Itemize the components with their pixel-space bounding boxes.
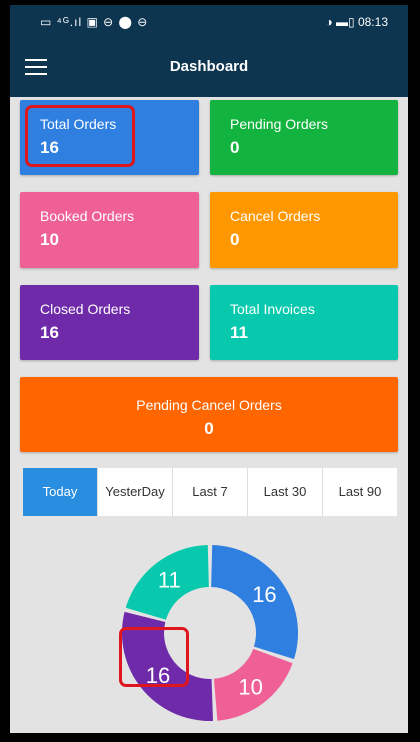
total-invoices-card[interactable]: Total Invoices 11 — [210, 285, 398, 360]
page-title: Dashboard — [169, 58, 249, 75]
tab-today[interactable]: Today — [23, 468, 97, 516]
card-label: Pending Orders — [230, 116, 329, 132]
card-value: 10 — [40, 230, 59, 249]
donut-slice-label-1: 10 — [238, 674, 262, 699]
card-label: Closed Orders — [40, 301, 131, 317]
card-label: Booked Orders — [40, 208, 135, 224]
donut-slice-label-3: 11 — [158, 568, 181, 593]
app-bar: Dashboard — [10, 41, 408, 97]
card-value: 11 — [230, 323, 248, 342]
closed-orders-card[interactable]: Closed Orders 16 — [20, 285, 199, 360]
tab-last-90[interactable]: Last 90 — [322, 468, 397, 516]
tab-yesterday[interactable]: YesterDay — [97, 468, 172, 516]
card-value: 0 — [204, 419, 214, 438]
phone-screen: ▭ ⁴ᴳ.ıl ▣ ⊖ ⬤ ⊖ ◑ ▬▯ 08:13 Dashboard Tot… — [10, 5, 408, 733]
donut-slice-label-0: 16 — [252, 582, 276, 607]
pending-orders-card[interactable]: Pending Orders 0 — [210, 100, 398, 175]
card-label: Cancel Orders — [230, 208, 321, 224]
card-label: Total Invoices — [230, 301, 315, 317]
status-bar: ▭ ⁴ᴳ.ıl ▣ ⊖ ⬤ ⊖ ◑ ▬▯ 08:13 — [10, 5, 408, 41]
tab-last-7[interactable]: Last 7 — [172, 468, 247, 516]
date-range-tabs: Today YesterDay Last 7 Last 30 Last 90 — [23, 468, 397, 516]
booked-orders-card[interactable]: Booked Orders 10 — [20, 192, 199, 268]
highlight-box-total-orders — [25, 105, 135, 167]
card-value: 0 — [230, 230, 240, 249]
tab-last-30[interactable]: Last 30 — [247, 468, 322, 516]
card-value: 16 — [40, 323, 59, 342]
card-value: 0 — [230, 138, 240, 157]
status-icons-right: ◑ ▬▯ 08:13 — [325, 15, 388, 29]
card-label: Pending Cancel Orders — [136, 397, 282, 413]
cancel-orders-card[interactable]: Cancel Orders 0 — [210, 192, 398, 268]
pending-cancel-orders-card[interactable]: Pending Cancel Orders 0 — [20, 377, 398, 452]
highlight-box-closed-orders-slice — [119, 627, 189, 687]
status-icons-left: ▭ ⁴ᴳ.ıl ▣ ⊖ ⬤ ⊖ — [40, 15, 149, 29]
